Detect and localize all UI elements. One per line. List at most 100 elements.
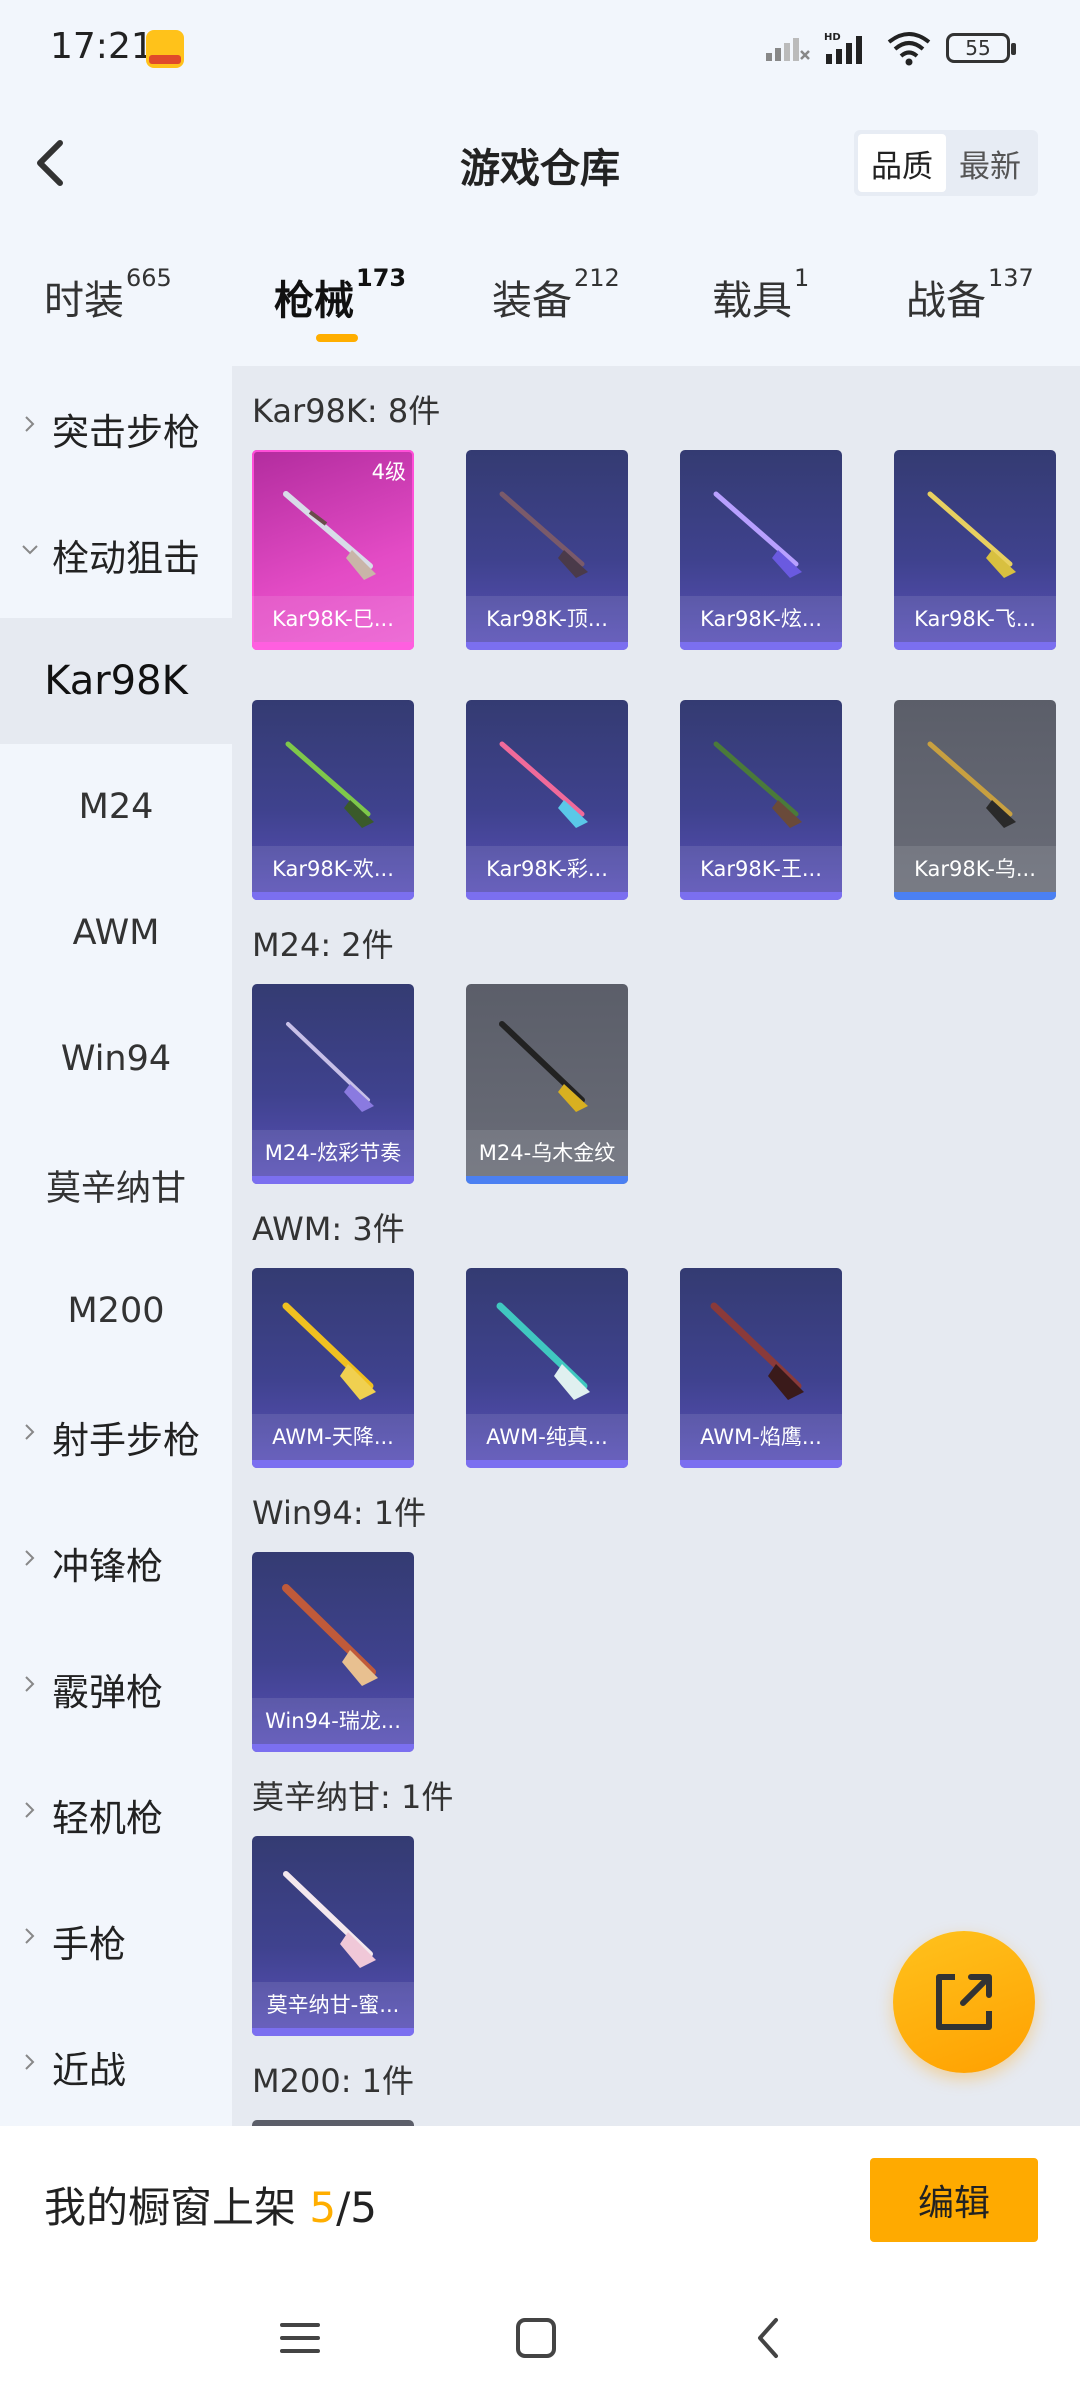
chevron-right-icon [25,1676,35,1692]
tab-tactical[interactable]: 战备137 [906,264,1034,326]
item-name: Win94-瑞龙... [252,1698,414,1744]
item-card[interactable]: M24-炫彩节奏 [252,984,414,1184]
item-name: M24-乌木金纹 [466,1130,628,1176]
tab-count: 212 [574,264,620,292]
quality-bar [466,642,628,650]
item-card[interactable]: AWM-焰鹰... [680,1268,842,1468]
item-name: Kar98K-巳... [252,596,414,642]
tab-firearms[interactable]: 枪械173 [274,264,406,326]
tab-count: 665 [126,264,172,292]
sidebar-item-smg[interactable]: 冲锋枪 [0,1500,232,1626]
quality-bar [252,892,414,900]
tab-count: 137 [988,264,1034,292]
system-nav-bar [0,2278,1080,2400]
sidebar-item-m200[interactable]: M200 [0,1248,232,1374]
tab-equipment[interactable]: 装备212 [492,264,620,326]
tab-fashion[interactable]: 时装665 [44,264,172,326]
showcase-bar: 我的橱窗上架 5/5 编辑 [0,2126,1080,2278]
item-card[interactable]: Kar98K-飞... [894,450,1056,650]
item-card[interactable]: M24-乌木金纹 [466,984,628,1184]
menu-icon[interactable] [270,2308,330,2368]
chevron-right-icon [25,1424,35,1440]
item-name: AWM-纯真... [466,1414,628,1460]
item-card[interactable]: Kar98K-王... [680,700,842,900]
sidebar-item-melee[interactable]: 近战 [0,2004,232,2126]
item-card[interactable]: Kar98K-乌... [894,700,1056,900]
item-name: Kar98K-彩... [466,846,628,892]
chevron-right-icon [25,416,35,432]
sidebar-item-label: 栓动狙击 [52,537,200,580]
item-card[interactable]: Kar98K-欢... [252,700,414,900]
item-card[interactable]: 莫辛纳甘-蜜... [252,1836,414,2036]
showcase-total: /5 [336,2183,377,2232]
sidebar-item-label: 冲锋枪 [52,1545,163,1588]
quality-bar [252,1176,414,1184]
tab-label: 枪械 [274,278,354,324]
item-card[interactable]: 4级 Kar98K-巳... [252,450,414,650]
sidebar-item-mosin[interactable]: 莫辛纳甘 [0,1122,232,1248]
item-grid: Kar98K: 8件 4级 Kar98K-巳... Kar98K-顶... Ka… [232,366,1080,2126]
status-bar: 17:21 HD 55 [0,0,1080,100]
item-card[interactable]: Kar98K-顶... [466,450,628,650]
home-icon[interactable] [506,2308,566,2368]
item-card[interactable]: Win94-瑞龙... [252,1552,414,1752]
quality-bar [466,892,628,900]
quality-bar [252,1460,414,1468]
category-tabs: 时装665 枪械173 装备212 载具1 战备137 [0,264,1080,358]
system-icons: HD 55 [764,30,1016,66]
sidebar-item-m24[interactable]: M24 [0,744,232,870]
item-name: Kar98K-顶... [466,596,628,642]
status-time: 17:21 [50,26,154,67]
sidebar-item-kar98k[interactable]: Kar98K [0,618,232,744]
sort-by-quality-button[interactable]: 品质 [858,134,946,192]
tab-count: 173 [356,264,407,292]
quality-bar [252,642,414,650]
item-card[interactable]: AWM-天降... [252,1268,414,1468]
chevron-right-icon [25,1928,35,1944]
item-name: 莫辛纳甘-蜜... [252,1982,414,2028]
item-name: AWM-焰鹰... [680,1414,842,1460]
back-icon[interactable] [740,2308,800,2368]
quality-bar [894,642,1056,650]
item-card[interactable]: Kar98K-炫... [680,450,842,650]
quality-bar [680,642,842,650]
sidebar-item-bolt-sniper[interactable]: 栓动狙击 [0,492,232,618]
quality-bar [680,892,842,900]
sidebar-item-pistol[interactable]: 手枪 [0,1878,232,2004]
item-card[interactable]: Kar98K-彩... [466,700,628,900]
chevron-down-icon [22,545,38,555]
quality-bar [252,1744,414,1752]
sidebar-item-shotgun[interactable]: 霰弹枪 [0,1626,232,1752]
sort-toggle: 品质 最新 [854,130,1038,196]
hd-text: HD [824,32,841,43]
tab-label: 战备 [906,278,986,324]
item-name: Kar98K-乌... [894,846,1056,892]
app-notification-icon [146,30,184,68]
share-icon [936,1974,992,2030]
item-card[interactable]: AWM-纯真... [466,1268,628,1468]
section-title-m200: M200: 1件 [252,2062,415,2100]
quality-bar [466,1176,628,1184]
item-name: AWM-天降... [252,1414,414,1460]
sidebar-item-lmg[interactable]: 轻机枪 [0,1752,232,1878]
tab-label: 时装 [44,278,124,324]
weapon-sidebar: 突击步枪 栓动狙击 Kar98K M24 AWM Win94 莫辛纳甘 M200… [0,366,232,2126]
active-tab-indicator [316,334,358,342]
sidebar-item-win94[interactable]: Win94 [0,996,232,1122]
share-fab-button[interactable] [893,1931,1035,2073]
showcase-current-count: 5 [309,2183,337,2232]
quality-bar [894,892,1056,900]
sidebar-item-label: 轻机枪 [52,1797,163,1840]
section-title-awm: AWM: 3件 [252,1210,405,1248]
item-name: Kar98K-飞... [894,596,1056,642]
tab-vehicles[interactable]: 载具1 [712,264,809,326]
item-name: Kar98K-欢... [252,846,414,892]
edit-button[interactable]: 编辑 [870,2158,1038,2242]
sidebar-item-label: 突击步枪 [52,411,200,454]
sort-by-newest-button[interactable]: 最新 [946,134,1034,192]
tab-label: 装备 [492,278,572,324]
item-name: M24-炫彩节奏 [252,1130,414,1176]
sidebar-item-assault-rifle[interactable]: 突击步枪 [0,366,232,492]
sidebar-item-awm[interactable]: AWM [0,870,232,996]
sidebar-item-marksman-rifle[interactable]: 射手步枪 [0,1374,232,1500]
